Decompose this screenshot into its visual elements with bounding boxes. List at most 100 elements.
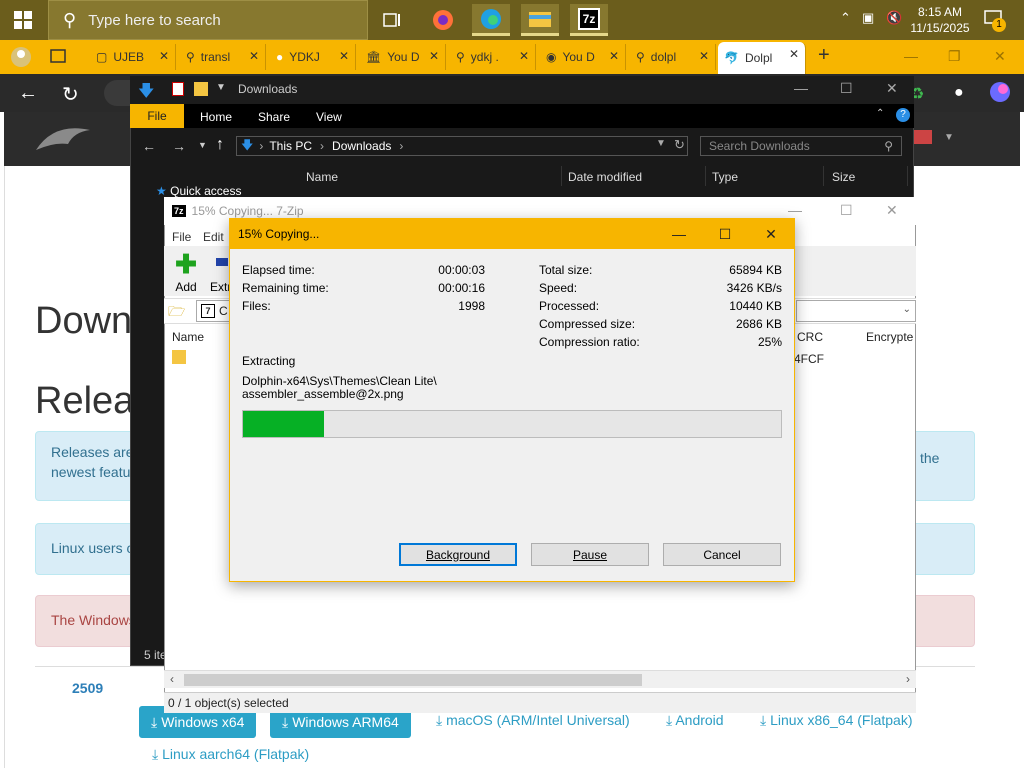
minimize-icon[interactable]: — xyxy=(794,80,808,96)
minimize-icon[interactable]: — xyxy=(788,202,802,218)
close-tab-icon[interactable]: ✕ xyxy=(429,49,439,63)
close-tab-icon[interactable]: ✕ xyxy=(249,49,259,63)
column-header-name[interactable]: Name xyxy=(298,166,562,186)
maximize-icon[interactable]: ☐ xyxy=(840,80,853,97)
customize-qat-icon[interactable]: ▼ xyxy=(216,82,226,93)
7zip-column-crc[interactable]: CRC xyxy=(797,330,823,344)
column-header-size[interactable]: Size xyxy=(824,166,908,186)
profile-avatar[interactable] xyxy=(10,46,34,68)
browser-tab-active[interactable]: 🐬 Dolpl ✕ xyxy=(718,42,806,74)
pause-button[interactable]: Pause xyxy=(531,543,649,566)
network-icon[interactable]: ▣ xyxy=(862,10,874,26)
menu-file[interactable]: File xyxy=(172,230,191,244)
recent-locations-icon[interactable]: ▼ xyxy=(198,140,207,150)
browser-tab-7[interactable]: ⚲ dolpl ✕ xyxy=(630,44,716,70)
up-arrow-icon[interactable]: ↑ xyxy=(216,136,224,154)
taskbar-firefox[interactable] xyxy=(424,4,462,36)
search-icon: ⚲ xyxy=(63,9,77,30)
browser-tab-4[interactable]: 🏛 You D ✕ xyxy=(360,44,446,70)
browser-tab-3[interactable]: ● YDKJ ✕ xyxy=(270,44,356,70)
chevron-down-icon[interactable]: ▼ xyxy=(944,132,954,143)
copilot-button[interactable] xyxy=(988,80,1014,106)
address-dropdown-icon[interactable]: ▼ xyxy=(656,138,666,149)
maximize-icon[interactable]: ☐ xyxy=(840,202,853,219)
7zip-column-encrypted[interactable]: Encrypte xyxy=(866,330,913,344)
workspaces-button[interactable] xyxy=(50,48,70,66)
task-view-button[interactable] xyxy=(372,4,410,36)
dialog-minimize-icon[interactable]: — xyxy=(656,219,702,249)
language-flag-icon[interactable] xyxy=(914,130,932,144)
site-logo[interactable] xyxy=(34,120,94,160)
restore-browser-icon[interactable]: ❐ xyxy=(948,48,961,65)
back-arrow-icon[interactable]: ← xyxy=(142,138,156,154)
dialog-close-icon[interactable]: ✕ xyxy=(748,219,794,249)
new-folder-icon[interactable] xyxy=(194,82,208,96)
folder-icon[interactable] xyxy=(172,350,186,364)
7zip-column-name[interactable]: Name xyxy=(172,330,204,344)
7zip-horizontal-scrollbar[interactable]: ‹ › xyxy=(164,670,916,688)
refresh-icon[interactable]: ↻ xyxy=(674,137,685,153)
release-version-link[interactable]: 2509 xyxy=(72,680,103,696)
taskbar-search-placeholder: Type here to search xyxy=(88,11,221,29)
explorer-search-input[interactable]: Search Downloads ⚲ xyxy=(700,136,902,156)
close-tab-icon[interactable]: ✕ xyxy=(789,47,799,61)
background-button[interactable]: Background xyxy=(399,543,517,566)
close-tab-icon[interactable]: ✕ xyxy=(339,49,349,63)
taskbar-file-explorer[interactable] xyxy=(521,4,559,36)
help-icon[interactable]: ? xyxy=(896,108,910,122)
download-android-link[interactable]: ⤓ Android xyxy=(666,712,724,729)
cancel-button[interactable]: Cancel xyxy=(663,543,781,566)
breadcrumb-separator: › xyxy=(399,139,404,153)
browser-tab-2[interactable]: ⚲ transl ✕ xyxy=(180,44,266,70)
close-tab-icon[interactable]: ✕ xyxy=(699,49,709,63)
notification-center-button[interactable]: 1 xyxy=(984,10,1006,32)
chevron-up-icon[interactable]: ⌃ xyxy=(840,10,851,26)
close-tab-icon[interactable]: ✕ xyxy=(519,49,529,63)
breadcrumb-downloads[interactable]: Downloads xyxy=(332,139,391,153)
breadcrumb-this-pc[interactable]: This PC xyxy=(269,139,312,153)
taskbar-7zip[interactable]: 7z xyxy=(570,4,608,36)
close-icon[interactable]: ✕ xyxy=(886,202,898,219)
browser-tab-5[interactable]: ⚲ ydkj . ✕ xyxy=(450,44,536,70)
scroll-left-icon[interactable]: ‹ xyxy=(170,672,174,686)
ribbon-tab-file[interactable]: File xyxy=(130,104,184,128)
taskbar-clock[interactable]: 8:15 AM 11/15/2025 xyxy=(908,4,972,36)
forward-arrow-icon[interactable]: → xyxy=(172,138,186,154)
close-tab-icon[interactable]: ✕ xyxy=(609,49,619,63)
extension-alert-icon[interactable]: ● xyxy=(954,84,964,102)
download-macos-link[interactable]: ⤓ macOS (ARM/Intel Universal) xyxy=(436,712,630,729)
ribbon-tab-view[interactable]: View xyxy=(316,110,342,124)
ribbon-tab-share[interactable]: Share xyxy=(258,110,290,124)
close-browser-icon[interactable]: ✕ xyxy=(994,48,1006,65)
folder-up-icon[interactable]: 🗁 xyxy=(168,301,190,321)
back-arrow-icon[interactable]: ← xyxy=(18,82,38,105)
dialog-maximize-icon[interactable]: ☐ xyxy=(702,219,748,249)
browser-tab-1[interactable]: ▢ UJEB ✕ xyxy=(90,44,176,70)
ribbon-tab-home[interactable]: Home xyxy=(200,110,232,124)
volume-muted-icon[interactable]: 🔇 xyxy=(886,10,902,26)
taskbar-edge[interactable] xyxy=(472,4,510,36)
minimize-browser-icon[interactable]: — xyxy=(904,48,918,64)
column-header-date[interactable]: Date modified xyxy=(560,166,706,186)
browser-tab-6[interactable]: ◉ You D ✕ xyxy=(540,44,626,70)
close-tab-icon[interactable]: ✕ xyxy=(159,49,169,63)
refresh-icon[interactable]: ↻ xyxy=(62,82,79,107)
properties-icon[interactable] xyxy=(172,82,184,96)
nav-label: Quick access xyxy=(170,184,242,198)
scroll-right-icon[interactable]: › xyxy=(906,672,910,686)
add-button[interactable]: ✚ Add xyxy=(172,251,200,294)
7zip-path-dropdown[interactable]: ⌄ xyxy=(796,300,916,322)
scrollbar-thumb[interactable] xyxy=(184,674,642,686)
explorer-address-bar[interactable]: 🡇 › This PC › Downloads › xyxy=(236,136,688,156)
new-tab-button[interactable]: + xyxy=(818,44,830,67)
close-icon[interactable]: ✕ xyxy=(886,80,898,97)
menu-edit[interactable]: Edit xyxy=(203,230,224,244)
taskbar-search-box[interactable]: ⚲ Type here to search xyxy=(48,0,368,40)
column-header-type[interactable]: Type xyxy=(704,166,824,186)
download-label: macOS (ARM/Intel Universal) xyxy=(446,712,630,728)
ribbon-expand-icon[interactable]: ⌃ xyxy=(876,108,884,119)
download-linux-x86-link[interactable]: ⤓ Linux x86_64 (Flatpak) xyxy=(760,712,913,729)
nav-quick-access[interactable]: ★ Quick access xyxy=(156,184,241,198)
download-linux-aarch64-link[interactable]: ⤓ Linux aarch64 (Flatpak) xyxy=(152,746,309,763)
start-button[interactable] xyxy=(0,0,46,40)
